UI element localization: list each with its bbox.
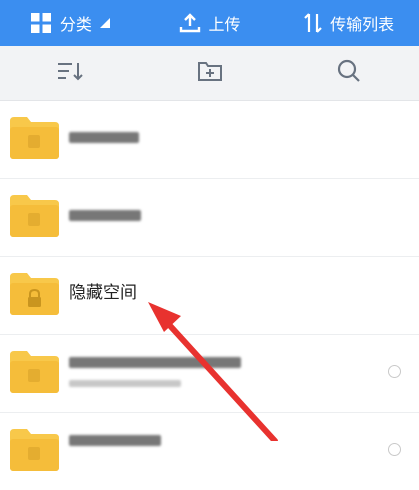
blurred-file-name [69, 210, 141, 221]
list-item[interactable] [0, 413, 419, 490]
locked-folder-icon [10, 273, 59, 315]
upload-label: 上传 [208, 15, 241, 34]
transfer-list-label: 传输列表 [330, 15, 395, 34]
grid-icon [30, 12, 52, 34]
list-item[interactable] [0, 335, 419, 413]
upload-button[interactable]: 上传 [140, 0, 280, 46]
blurred-file-name [69, 357, 241, 368]
new-folder-icon [196, 59, 224, 87]
blurred-file-name [69, 132, 139, 143]
list-item[interactable] [0, 179, 419, 257]
blurred-file-meta [69, 380, 181, 387]
sort-button[interactable] [0, 46, 140, 100]
folder-icon [10, 351, 59, 393]
category-label: 分类 [59, 15, 92, 34]
select-radio[interactable] [388, 443, 401, 456]
file-name: 隐藏空间 [69, 283, 137, 303]
upload-icon [179, 12, 201, 34]
folder-icon [10, 195, 59, 237]
file-toolbar [0, 46, 419, 101]
file-list: 隐藏空间 [0, 101, 419, 490]
dropdown-triangle-icon [99, 18, 110, 28]
transfer-arrows-icon [304, 12, 322, 34]
select-radio[interactable] [388, 365, 401, 378]
transfer-list-button[interactable]: 传输列表 [279, 0, 419, 46]
category-button[interactable]: 分类 [0, 0, 140, 46]
search-icon [336, 58, 362, 88]
search-button[interactable] [279, 46, 419, 100]
sort-icon [56, 59, 84, 87]
new-folder-button[interactable] [140, 46, 280, 100]
top-navigation-bar: 分类 上传 传输列表 [0, 0, 419, 46]
folder-icon [10, 117, 59, 159]
list-item[interactable]: 隐藏空间 [0, 257, 419, 335]
folder-icon [10, 429, 59, 471]
list-item[interactable] [0, 101, 419, 179]
